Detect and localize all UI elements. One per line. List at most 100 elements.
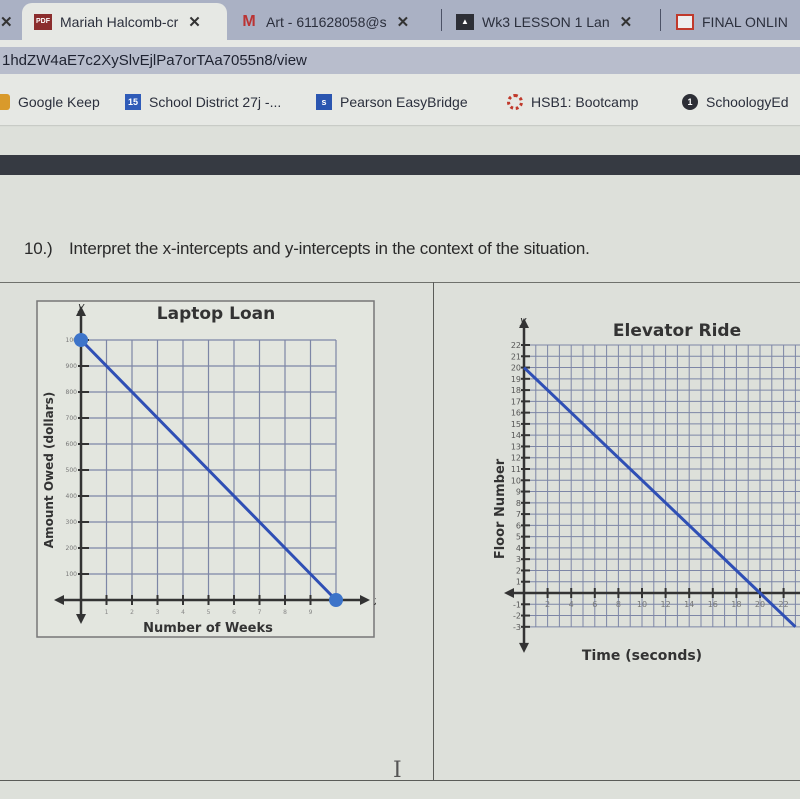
y-tick-label: 3 — [516, 555, 521, 564]
x-tick-label: 6 — [592, 600, 597, 609]
y-tick-label: 900 — [66, 363, 78, 370]
bookmark-label: SchoologyEd — [706, 94, 789, 110]
x-tick-label: 18 — [731, 600, 741, 609]
tab-label: Art - 611628058@s — [266, 13, 387, 30]
classroom-icon: ▲ — [456, 13, 474, 30]
elevator-ride-chart: y2 4 6 8 10 12 14 16 18 20 22-3-2-1123456789101112… — [493, 314, 800, 664]
keep-icon — [0, 94, 10, 110]
y-tick-label: 1 — [516, 578, 521, 587]
y-axis-label: Floor Number — [493, 458, 508, 559]
bookmark-label: Google Keep — [18, 94, 100, 110]
x-tick-label: 4 — [569, 600, 574, 609]
laptop-loan-chart: xy12345678910020030040050060070080090010… — [36, 300, 376, 638]
y-tick-label: 8 — [516, 499, 521, 508]
bookmark-school-district[interactable]: 15 School District 27j -... — [125, 94, 281, 110]
y-tick-label: 700 — [66, 415, 78, 422]
x-axis-letter: x — [373, 594, 376, 608]
tab-partial[interactable]: ✕ — [0, 3, 13, 40]
data-line — [522, 366, 797, 628]
y-tick-label: -2 — [513, 612, 521, 621]
x-tick-label: 8 — [616, 600, 621, 609]
close-icon[interactable]: ✕ — [188, 13, 201, 31]
address-bar[interactable]: 1hdZW4aE7c2XySlvEjlPa7orTAa7055n8/view — [0, 47, 800, 74]
x-tick-label: 6 — [232, 609, 236, 616]
y-tick-label: 19 — [511, 375, 521, 384]
y-tick-label: 4 — [516, 544, 521, 553]
y-axis-arrow-down — [519, 642, 529, 653]
y-tick-label: 800 — [66, 389, 78, 396]
intercept-point — [329, 593, 343, 607]
x-tick-label: 10 — [637, 600, 647, 609]
y-tick-label: 12 — [511, 454, 521, 463]
page-header-bar — [0, 155, 800, 175]
y-tick-label: 15 — [511, 420, 521, 429]
bookmark-schoology[interactable]: 1 SchoologyEd — [682, 94, 789, 110]
y-tick-label: 9 — [516, 488, 521, 497]
y-tick-label: 17 — [511, 397, 521, 406]
tab-strip: ✕ PDF Mariah Halcomb-cr ✕ M Art - 611628… — [0, 0, 800, 40]
pearson-icon: s — [316, 94, 332, 110]
x-tick-label: 16 — [708, 600, 718, 609]
tab-label: FINAL ONLIN — [702, 13, 788, 30]
tab-final-online[interactable]: FINAL ONLIN — [676, 3, 788, 40]
toolbar: 1hdZW4aE7c2XySlvEjlPa7orTAa7055n8/view — [0, 40, 800, 80]
x-axis-arrow-left — [504, 588, 514, 598]
y-tick-label: 13 — [511, 442, 521, 451]
x-tick-label: 2 — [130, 609, 134, 616]
x-tick-label: 4 — [181, 609, 185, 616]
bookmarks-bar: Google Keep 15 School District 27j -... … — [0, 80, 800, 126]
x-tick-label: 2 — [545, 600, 550, 609]
y-tick-label: -3 — [513, 623, 521, 632]
close-icon[interactable]: ✕ — [397, 13, 410, 31]
text-cursor-icon: I — [393, 758, 402, 783]
chart-title: Elevator Ride — [613, 321, 741, 341]
x-tick-label: 12 — [661, 600, 671, 609]
x-tick-label: 8 — [283, 609, 287, 616]
y-tick-label: 16 — [511, 409, 521, 418]
bookmark-label: HSB1: Bootcamp — [531, 94, 639, 110]
canvas-icon — [507, 94, 523, 110]
bookmark-label: Pearson EasyBridge — [340, 94, 468, 110]
y-tick-label: 21 — [511, 352, 521, 361]
y-axis-letter: y — [519, 314, 527, 327]
screen: ✕ PDF Mariah Halcomb-cr ✕ M Art - 611628… — [0, 0, 800, 799]
gmail-icon: M — [242, 12, 256, 30]
tab-wk3-lesson[interactable]: ▲ Wk3 LESSON 1 Lan ✕ — [456, 3, 632, 40]
bookmark-pearson[interactable]: s Pearson EasyBridge — [316, 94, 468, 110]
question-number: 10.) — [24, 239, 53, 258]
table-border — [0, 282, 800, 283]
tab-separator — [441, 9, 442, 31]
x-tick-label: 1 — [105, 609, 109, 616]
x-tick-label: 5 — [207, 609, 211, 616]
y-tick-label: 22 — [511, 341, 521, 350]
pdf-icon: PDF — [34, 13, 52, 30]
question-text: Interpret the x-intercepts and y-interce… — [69, 239, 590, 258]
x-tick-label: 3 — [156, 609, 160, 616]
bookmark-label: School District 27j -... — [149, 94, 282, 110]
slides-icon — [676, 13, 694, 30]
y-tick-label: 18 — [511, 386, 521, 395]
intercept-point — [74, 333, 88, 347]
close-icon[interactable]: ✕ — [620, 13, 633, 31]
y-tick-label: 7 — [516, 510, 521, 519]
y-tick-label: 400 — [66, 493, 78, 500]
y-tick-label: 5 — [516, 533, 521, 542]
x-tick-label: 22 — [779, 600, 789, 609]
bookmark-google-keep[interactable]: Google Keep — [0, 94, 100, 110]
y-axis-label: Amount Owed (dollars) — [42, 392, 56, 548]
tab-art[interactable]: M Art - 611628058@s ✕ — [240, 3, 409, 40]
close-icon[interactable]: ✕ — [0, 13, 13, 31]
y-axis-letter: y — [77, 300, 85, 313]
y-tick-label: 600 — [66, 441, 78, 448]
chart-title: Laptop Loan — [157, 304, 275, 324]
y-tick-label: 6 — [516, 521, 521, 530]
y-tick-label: 10 — [511, 476, 521, 485]
table-divider — [433, 282, 434, 781]
y-tick-label: 14 — [511, 431, 521, 440]
y-tick-label: 300 — [66, 519, 78, 526]
tab-mariah-halcomb[interactable]: PDF Mariah Halcomb-cr ✕ — [22, 3, 227, 40]
y-tick-label: 11 — [511, 465, 521, 474]
x-tick-label: 20 — [755, 600, 765, 609]
bookmark-hsb1[interactable]: HSB1: Bootcamp — [507, 94, 638, 110]
schoology-icon: 1 — [682, 94, 698, 110]
